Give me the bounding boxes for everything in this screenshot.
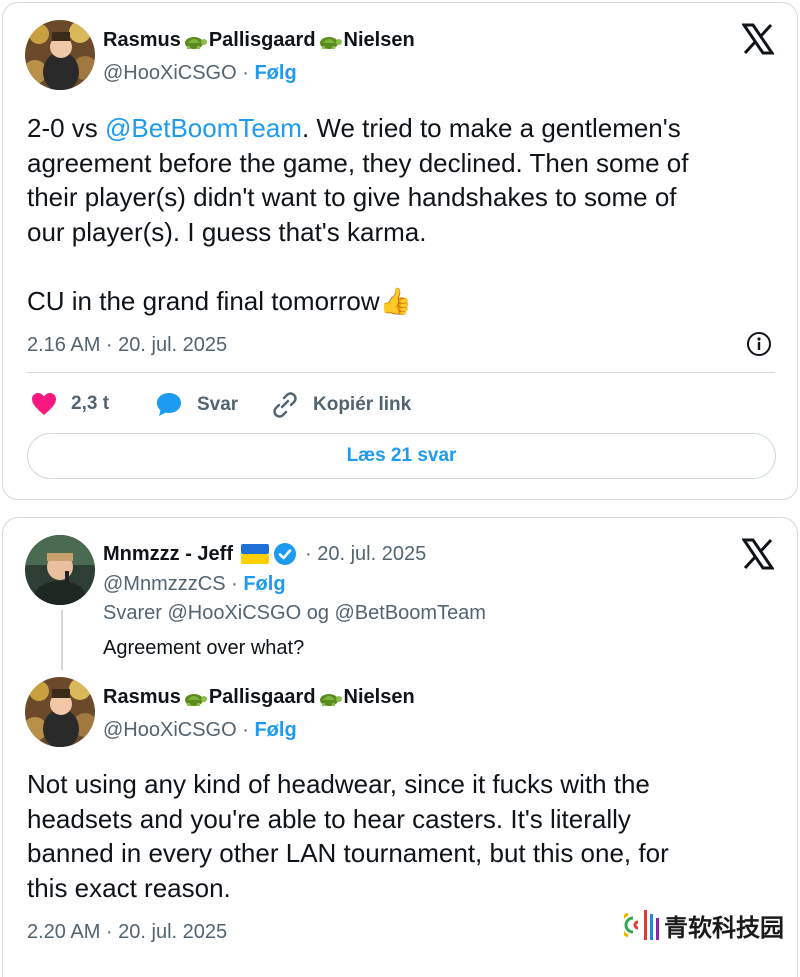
tweet-line: their player(s) didn't want to give hand… [27,182,677,212]
link-icon [273,392,297,418]
read-replies-label: Læs 21 svar [346,445,457,466]
ukraine-flag-icon [241,544,269,564]
watermark-text: 青软科技园 [664,914,784,942]
avatar[interactable] [25,20,95,90]
timestamp[interactable]: 2.20 AM · 20. jul. 2025 [27,921,227,944]
tweet-line: agreement before the game, they declined… [27,147,689,178]
tweet-line: banned in every other LAN tournament, bu… [27,838,669,868]
avatar[interactable] [25,677,95,747]
author-handle[interactable]: @MnmzzzCS [103,573,226,595]
reply-button[interactable]: Svar [155,392,238,418]
read-replies-button[interactable]: Læs 21 svar [27,433,776,479]
heart-icon [32,393,56,415]
turtle-icon [184,36,207,49]
verified-badge-icon [274,543,296,565]
x-logo-icon[interactable] [742,538,774,570]
turtle-icon [319,693,342,706]
author-first-name: Rasmus [103,686,181,708]
follow-button[interactable]: Følg [254,62,296,84]
tweet-line: Not using any kind of headwear, since it… [27,769,650,799]
thread-line [61,610,63,670]
tweet-line: headsets and you're able to hear casters… [27,803,631,834]
author-middle-name: Pallisgaard [208,29,316,51]
post-date[interactable]: · 20. jul. 2025 [305,543,426,566]
watermark-logo-icon [624,910,659,940]
timestamp[interactable]: 2.16 AM · 20. jul. 2025 [27,334,227,357]
tweet-line: this exact reason. [27,872,231,903]
tweet-line: our player(s). I guess that's karma. [27,216,427,247]
copy-link-label: Kopiér link [313,394,412,415]
avatar[interactable] [25,535,95,605]
divider [27,372,775,373]
author-handle[interactable]: @HooXiCSGO [103,62,237,84]
tweet-body: 2-0 vs @BetBoomTeam. We tried to make a … [27,111,787,318]
handle-row: @HooXiCSGO · Følg [103,62,297,85]
author-middle-name: Pallisgaard [208,686,316,708]
author-first-name: Rasmus [103,29,181,51]
handle-row: @MnmzzzCS · Følg [103,573,286,596]
author-last-name: Nielsen [343,29,415,51]
author-name[interactable]: Rasmus Pallisgaard Nielsen [103,29,415,52]
author-name[interactable]: Rasmus Pallisgaard Nielsen [103,686,415,709]
author-row: Mnmzzz - Jeff · 20. jul. 2025 [103,542,426,566]
like-button[interactable]: 2,3 t [31,392,109,416]
turtle-icon [319,36,342,49]
author-last-name: Nielsen [343,686,415,708]
follow-button[interactable]: Følg [254,719,296,741]
separator: · [242,719,249,741]
like-count: 2,3 t [71,393,110,414]
tweet-line: CU in the grand final tomorrow👍 [27,285,412,316]
separator: · [242,62,249,84]
tweet-card-1: Rasmus Pallisgaard Nielsen @HooXiCSGO · … [2,2,798,500]
handle-row: @HooXiCSGO · Følg [103,719,297,742]
tweet-line: 2-0 vs @BetBoomTeam. We tried to make a … [27,113,681,143]
author-name[interactable]: Mnmzzz - Jeff [103,543,233,566]
mention-link[interactable]: @BetBoomTeam [105,113,302,143]
replying-to: Svarer @HooXiCSGO og @BetBoomTeam [103,602,486,624]
thumbs-up-emoji: 👍 [379,285,412,316]
info-icon[interactable] [746,331,772,357]
follow-button[interactable]: Følg [243,573,285,595]
watermark: 青软科技园 [624,906,784,944]
author-handle[interactable]: @HooXiCSGO [103,719,237,741]
parent-tweet-text: Agreement over what? [103,637,305,659]
tweet-body: Not using any kind of headwear, since it… [27,767,787,905]
separator: · [231,573,238,595]
turtle-icon [184,693,207,706]
x-logo-icon[interactable] [742,23,774,55]
reply-bubble-icon [157,393,181,416]
copy-link-button[interactable]: Kopiér link [271,392,411,418]
reply-label: Svar [197,394,239,415]
